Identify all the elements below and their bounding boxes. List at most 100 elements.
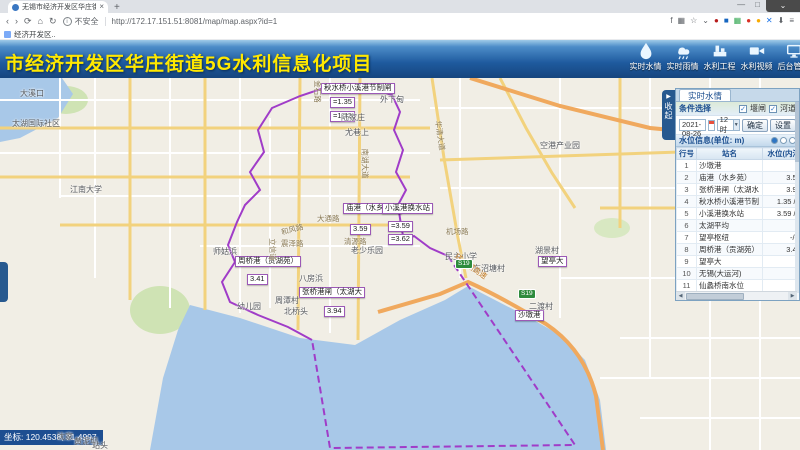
chevron-down-icon: ▼ [733,120,739,130]
extension-icon[interactable]: ⌄ [702,17,709,25]
bookmarks-bar: 经济开发区.. [0,29,800,40]
table-row[interactable]: 9望亭大 [677,256,800,268]
not-secure-label[interactable]: 不安全 [75,16,99,27]
extension-icon[interactable]: f [670,17,672,25]
window-maximize-button[interactable]: □ [755,0,760,9]
table-row[interactable]: 2庙港（水乡苑）3.59 [677,172,800,184]
nav-button-实时雨情[interactable]: 实时雨情 [664,42,701,72]
column-header: 行号 [677,148,697,160]
vertical-scrollbar[interactable] [795,102,799,293]
extension-icon[interactable]: ▦ [734,17,742,25]
station-marker[interactable]: 小溪港换水站 [382,203,433,214]
checkbox-河道[interactable]: ✓ [769,105,777,113]
window-minimize-button[interactable]: — [737,0,745,9]
calendar-icon[interactable] [708,120,714,131]
overlay-chevron-button[interactable]: ⌄ [766,0,800,12]
table-row[interactable]: 5小溪港换水站3.59 /3.62 [677,208,800,220]
extension-icon[interactable]: ☆ [690,17,697,25]
station-marker[interactable]: 3.41 [247,274,268,285]
nav-button-实时水情[interactable]: 实时水情 [627,42,664,72]
browser-tab[interactable]: 无锡市经济开发区华庄街道5G水… × [8,1,108,13]
condition-label: 条件选择 [679,103,711,114]
station-marker[interactable]: 张桥港闸（太湖大 [299,287,365,298]
table-row[interactable]: 6太湖平均 [677,220,800,232]
pagination-dot[interactable] [771,137,778,144]
place-label: 沈家 [57,431,73,442]
extension-icon[interactable]: ● [746,17,751,25]
left-collapse-tab[interactable] [0,262,8,302]
checkbox-label: 堰闸 [750,103,766,114]
nav-button-后台管理[interactable]: 后台管理 [775,42,800,72]
table-cell: 3 [677,184,697,196]
tab-close-icon[interactable]: × [99,3,104,11]
station-marker[interactable]: =3.59 [388,221,413,232]
table-cell: 小溪港换水站 [697,208,763,220]
scroll-left-icon[interactable]: ◀ [676,292,685,301]
table-row[interactable]: 8周桥港（贡湖苑）3.41 [677,244,800,256]
extension-icon[interactable]: ✕ [766,17,773,25]
extension-icon[interactable]: ● [714,17,719,25]
table-cell: 张桥港闸（太湖水 [697,184,763,196]
column-header: 站名 [697,148,763,160]
table-cell: 4 [677,196,697,208]
extension-icon[interactable]: ● [756,17,761,25]
table-cell: 5 [677,208,697,220]
station-marker[interactable]: =3.62 [388,234,413,245]
nav-button-label: 后台管理 [778,61,800,72]
table-row[interactable]: 7望亭枢纽-/- [677,232,800,244]
new-tab-button[interactable]: + [114,2,120,13]
place-label: 大溪口 [20,88,44,99]
info-icon[interactable]: i [63,17,72,26]
reload-icon[interactable]: ↻ [49,16,57,27]
home-icon[interactable]: ⌂ [38,16,43,26]
water-level-table: 行号站名水位(内河/外河) 1沙墩港2庙港（水乡苑）3.593张桥港闸（太湖水3… [676,147,800,301]
station-marker[interactable]: 望亭大 [538,256,567,267]
screen: 无锡市经济开发区华庄街道5G水… × + — □ ⌄ ‹ › ⟳ ⌂ ↻ i 不… [0,0,800,450]
tab-title: 无锡市经济开发区华庄街道5G水… [22,2,96,12]
checkbox-堰闸[interactable]: ✓ [739,105,747,113]
nav-button-label: 水利工程 [704,61,736,72]
collapse-arrow-icon: ▶ [666,93,671,100]
url-input[interactable]: http://172.17.151.51:8081/map/map.aspx?i… [105,17,665,26]
table-row[interactable]: 4秋水桥小溪港节制1.35 /1.32 [677,196,800,208]
road-label: 机场路 [446,226,469,237]
place-label: 太湖国际社区 [12,118,60,129]
header-nav: 实时水情实时雨情水利工程水利视频后台管理 [627,42,800,72]
pagination-dot[interactable] [780,137,787,144]
bookmark-item[interactable]: 经济开发区.. [14,29,56,40]
panel-toggle-dots[interactable] [771,137,796,144]
back-icon[interactable]: ‹ [6,16,9,26]
table-row[interactable]: 11仙蠡桥南水位 [677,280,800,292]
table-cell: 10 [677,268,697,280]
station-marker[interactable]: 秋水桥小溪港节制闸 [321,83,395,94]
settings-button[interactable]: 设置 [770,119,796,132]
extension-icon[interactable]: ≡ [789,17,794,25]
forward-icon[interactable]: › [15,16,18,26]
horizontal-scrollbar[interactable]: ◀ ▶ [676,291,797,300]
scroll-thumb[interactable] [686,293,744,300]
app-header: 市经济开发区华庄街道5G水利信息化项目 实时水情实时雨情水利工程水利视频后台管理 [0,40,800,78]
section-title: 水位信息(单位: m) [679,135,771,146]
date-input[interactable]: 2021-08-26 [679,119,706,131]
scroll-right-icon[interactable]: ▶ [788,292,797,301]
station-marker[interactable]: 3.94 [324,306,345,317]
extension-icon[interactable]: ■ [724,17,729,25]
tab-realtime-water[interactable]: 实时水情 [679,89,731,101]
table-row[interactable]: 1沙墩港 [677,160,800,172]
extension-icon[interactable]: ▦ [678,17,686,25]
table-row[interactable]: 10无锡(大运河) [677,268,800,280]
road-label: 清源路 [344,236,367,247]
admin-icon [785,42,800,60]
table-cell: 太湖平均 [697,220,763,232]
confirm-button[interactable]: 确定 [742,119,768,132]
hour-select[interactable]: 12时 ▼ [717,119,740,131]
panel-collapse-tab[interactable]: ▶ 收起 [662,90,675,140]
nav-button-水利视频[interactable]: 水利视频 [738,42,775,72]
nav-button-水利工程[interactable]: 水利工程 [701,42,738,72]
table-row[interactable]: 3张桥港闸（太湖水3.94 [677,184,800,196]
station-marker[interactable]: =1.35 [330,97,355,108]
extension-icon[interactable]: ⬇ [778,17,785,25]
refresh-icon[interactable]: ⟳ [24,16,32,27]
table-cell: 2 [677,172,697,184]
station-marker[interactable]: 3.59 [350,224,371,235]
